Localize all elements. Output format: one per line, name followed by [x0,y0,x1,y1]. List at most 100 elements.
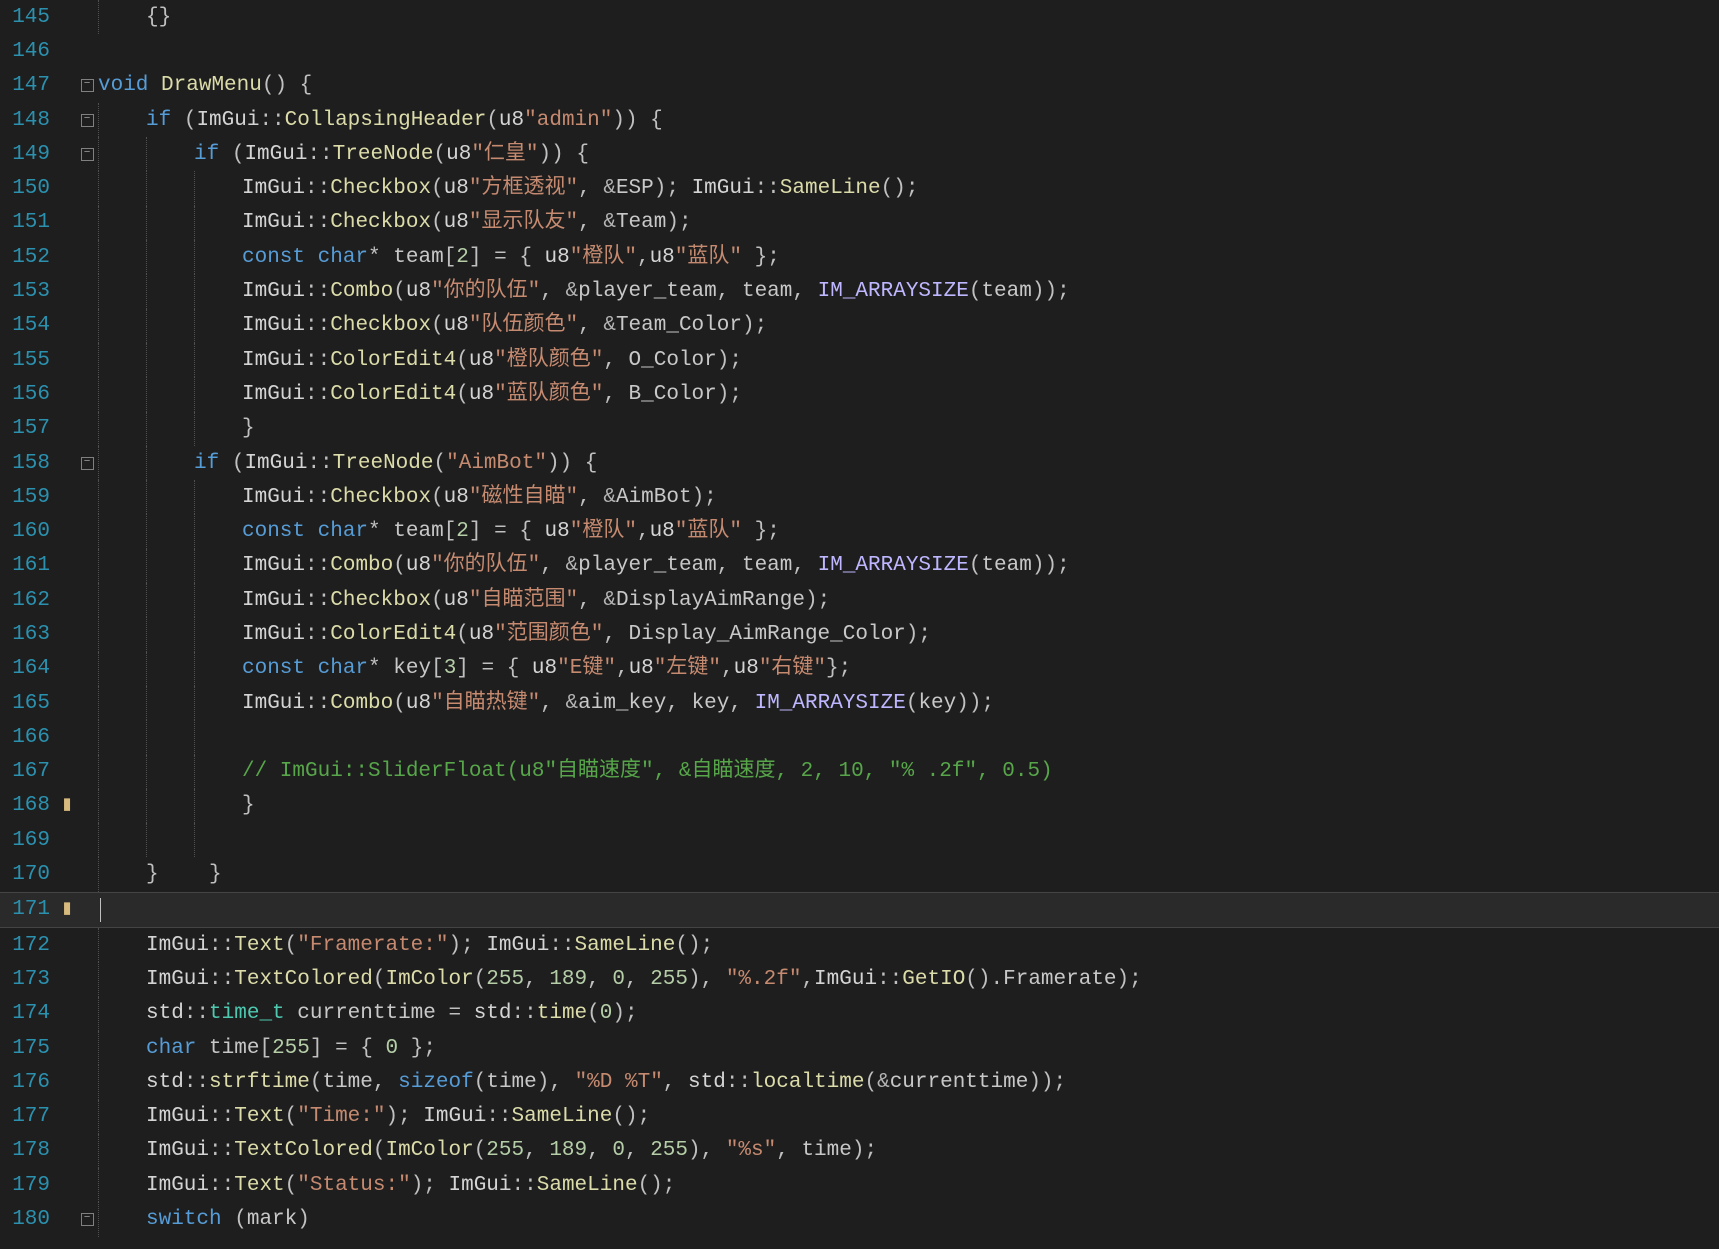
code-content[interactable]: ImGui::Text("Status:"); ImGui::SameLine(… [98,1168,1719,1202]
fold-toggle[interactable] [76,309,98,343]
line-number[interactable]: 173 [0,962,58,996]
code-line[interactable]: 157} [0,412,1719,446]
code-line[interactable]: 161ImGui::Combo(u8"你的队伍", &player_team, … [0,549,1719,583]
code-line[interactable]: 170} } [0,857,1719,891]
code-content[interactable]: switch (mark) [98,1202,1719,1236]
fold-toggle[interactable] [76,617,98,651]
line-number[interactable]: 172 [0,928,58,962]
fold-toggle[interactable] [76,755,98,789]
code-tokens[interactable]: ImGui::Checkbox(u8"方框透视", &ESP); ImGui::… [98,178,918,199]
code-content[interactable] [98,823,1719,857]
code-line[interactable]: 152 const char* team[2] = { u8"橙队",u8"蓝队"… [0,240,1719,274]
code-line[interactable]: 163 ImGui::ColorEdit4(u8"范围颜色", Display_A… [0,617,1719,651]
code-tokens[interactable]: // ImGui::SliderFloat(u8"自瞄速度", &自瞄速度, 2… [98,761,1053,782]
line-number[interactable]: 151 [0,206,58,240]
code-content[interactable]: const char* key[3] = { u8"E键",u8"左键",u8"… [98,652,1719,686]
line-number[interactable]: 158 [0,446,58,480]
code-tokens[interactable]: std::time_t currenttime = std::time(0); [98,1003,638,1024]
code-content[interactable]: if (ImGui::CollapsingHeader(u8"admin")) … [98,103,1719,137]
code-tokens[interactable]: ImGui::Text("Status:"); ImGui::SameLine(… [98,1175,675,1196]
code-content[interactable]: ImGui::Combo(u8"你的队伍", &player_team, tea… [98,274,1719,308]
line-number[interactable]: 167 [0,755,58,789]
code-line[interactable]: 164const char* key[3] = { u8"E键",u8"左键",… [0,652,1719,686]
code-line[interactable]: 154 ImGui::Checkbox(u8"队伍颜色", &Team_Color… [0,309,1719,343]
line-number[interactable]: 157 [0,412,58,446]
code-line[interactable]: 167 // ImGui::SliderFloat(u8"自瞄速度", &自瞄速度… [0,755,1719,789]
line-number[interactable]: 147 [0,69,58,103]
fold-toggle[interactable] [76,34,98,68]
code-tokens[interactable]: switch (mark) [98,1209,310,1230]
fold-toggle[interactable] [76,549,98,583]
fold-toggle[interactable] [76,274,98,308]
code-line[interactable]: 159 ImGui::Checkbox(u8"磁性自瞄", &AimBot); [0,480,1719,514]
code-line[interactable]: 169 [0,823,1719,857]
fold-toggle[interactable] [76,377,98,411]
code-content[interactable]: ImGui::TextColored(ImColor(255, 189, 0, … [98,962,1719,996]
code-line[interactable]: 156 ImGui::ColorEdit4(u8"蓝队颜色", B_Color); [0,377,1719,411]
code-content[interactable]: char time[255] = { 0 }; [98,1031,1719,1065]
code-line[interactable]: 174std::time_t currenttime = std::time(0… [0,997,1719,1031]
fold-toggle[interactable] [76,720,98,754]
line-number[interactable]: 154 [0,309,58,343]
fold-toggle[interactable] [76,789,98,823]
line-number[interactable]: 152 [0,240,58,274]
line-number[interactable]: 179 [0,1168,58,1202]
code-line[interactable]: 179 ImGui::Text("Status:"); ImGui::SameLi… [0,1168,1719,1202]
fold-toggle[interactable] [76,857,98,891]
code-content[interactable]: ImGui::ColorEdit4(u8"蓝队颜色", B_Color); [98,377,1719,411]
code-tokens[interactable]: } [98,795,255,816]
code-content[interactable]: const char* team[2] = { u8"橙队",u8"蓝队" }; [98,240,1719,274]
fold-toggle[interactable] [76,928,98,962]
code-content[interactable] [98,720,1719,754]
fold-toggle[interactable] [76,583,98,617]
fold-toggle[interactable] [76,480,98,514]
code-tokens[interactable]: const char* team[2] = { u8"橙队",u8"蓝队" }; [98,247,780,268]
line-number[interactable]: 153 [0,274,58,308]
fold-toggle[interactable] [76,1100,98,1134]
code-tokens[interactable] [98,898,101,922]
code-tokens[interactable]: ImGui::Combo(u8"你的队伍", &player_team, tea… [98,555,1070,576]
code-content[interactable]: ImGui::Checkbox(u8"队伍颜色", &Team_Color); [98,309,1719,343]
fold-toggle[interactable] [76,1168,98,1202]
code-tokens[interactable]: if (ImGui::TreeNode("AimBot")) { [98,453,597,474]
code-tokens[interactable]: ImGui::Combo(u8"你的队伍", &player_team, tea… [98,281,1070,302]
code-content[interactable]: ImGui::TextColored(ImColor(255, 189, 0, … [98,1134,1719,1168]
code-content[interactable]: ImGui::Checkbox(u8"方框透视", &ESP); ImGui::… [98,171,1719,205]
code-content[interactable]: ImGui::Text("Time:"); ImGui::SameLine(); [98,1100,1719,1134]
code-content[interactable]: } [98,412,1719,446]
code-tokens[interactable]: ImGui::Combo(u8"自瞄热键", &aim_key, key, IM… [98,693,994,714]
code-content[interactable]: ImGui::Checkbox(u8"磁性自瞄", &AimBot); [98,480,1719,514]
code-content[interactable]: } [98,789,1719,823]
code-line[interactable]: 173 ImGui::TextColored(ImColor(255, 189, … [0,962,1719,996]
code-line[interactable]: 162ImGui::Checkbox(u8"自瞄范围", &DisplayAim… [0,583,1719,617]
code-tokens[interactable]: ImGui::Checkbox(u8"磁性自瞄", &AimBot); [98,487,717,508]
line-number[interactable]: 178 [0,1134,58,1168]
code-tokens[interactable]: ImGui::TextColored(ImColor(255, 189, 0, … [98,1140,877,1161]
fold-toggle[interactable] [76,893,98,927]
fold-toggle[interactable] [76,686,98,720]
code-tokens[interactable]: ImGui::Checkbox(u8"显示队友", &Team); [98,212,692,233]
fold-toggle[interactable]: − [76,69,98,103]
code-line[interactable]: 175char time[255] = { 0 }; [0,1031,1719,1065]
fold-toggle[interactable] [76,343,98,377]
fold-toggle[interactable] [76,1134,98,1168]
code-content[interactable]: ImGui::Combo(u8"自瞄热键", &aim_key, key, IM… [98,686,1719,720]
code-tokens[interactable]: std::strftime(time, sizeof(time), "%D %T… [98,1072,1066,1093]
line-number[interactable]: 163 [0,617,58,651]
code-content[interactable]: ImGui::ColorEdit4(u8"范围颜色", Display_AimR… [98,617,1719,651]
line-number[interactable]: 150 [0,171,58,205]
line-number[interactable]: 171 [0,893,58,927]
code-line[interactable]: 180−switch (mark) [0,1202,1719,1236]
fold-toggle[interactable] [76,206,98,240]
code-tokens[interactable]: void DrawMenu() { [98,75,312,96]
code-tokens[interactable]: } } [98,864,222,885]
line-number[interactable]: 159 [0,480,58,514]
line-number[interactable]: 169 [0,823,58,857]
code-tokens[interactable]: {} [98,7,171,28]
code-tokens[interactable]: } [98,418,255,439]
code-content[interactable]: } } [98,857,1719,891]
code-editor[interactable]: 145{}146147−void DrawMenu() {148−if (ImG… [0,0,1719,1237]
code-tokens[interactable]: ImGui::Text("Framerate:"); ImGui::SameLi… [98,935,713,956]
line-number[interactable]: 156 [0,377,58,411]
code-content[interactable]: ImGui::Checkbox(u8"自瞄范围", &DisplayAimRan… [98,583,1719,617]
